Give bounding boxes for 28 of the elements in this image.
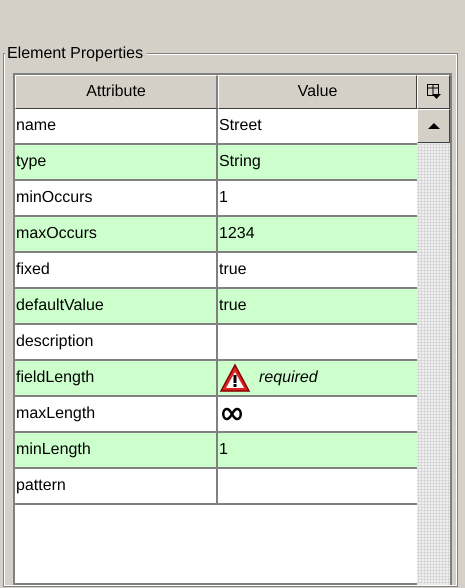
attribute-cell: fixed: [15, 253, 218, 287]
warning-icon: [219, 363, 251, 393]
infinity-icon: [221, 407, 243, 421]
value-cell: 1234: [218, 217, 417, 251]
column-chooser-button[interactable]: [417, 75, 450, 109]
value-cell: 1: [218, 433, 417, 467]
value-cell-text: true: [218, 260, 248, 280]
value-cell: String: [218, 145, 417, 179]
attribute-cell: maxOccurs: [15, 217, 218, 251]
scroll-up-button[interactable]: [417, 109, 450, 143]
attribute-cell: type: [15, 145, 218, 179]
value-cell: true: [218, 289, 417, 323]
column-header[interactable]: Attribute: [15, 75, 218, 109]
attribute-cell: defaultValue: [15, 289, 218, 323]
attribute-cell: name: [15, 109, 218, 143]
group-title: Element Properties: [5, 44, 148, 64]
attribute-cell: pattern: [15, 469, 218, 503]
attribute-cell: description: [15, 325, 218, 359]
up-arrow-icon: [428, 122, 440, 130]
attribute-cell: minOccurs: [15, 181, 218, 215]
attribute-cell: minLength: [15, 433, 218, 467]
attribute-cell: fieldLength: [15, 361, 218, 395]
column-header[interactable]: Value: [218, 75, 417, 109]
value-cell-text: Street: [218, 116, 263, 136]
required-label: required: [259, 368, 318, 388]
attribute-cell: maxLength: [15, 397, 218, 431]
column-chooser-icon: [426, 83, 442, 101]
value-cell-text: 1: [218, 188, 229, 208]
